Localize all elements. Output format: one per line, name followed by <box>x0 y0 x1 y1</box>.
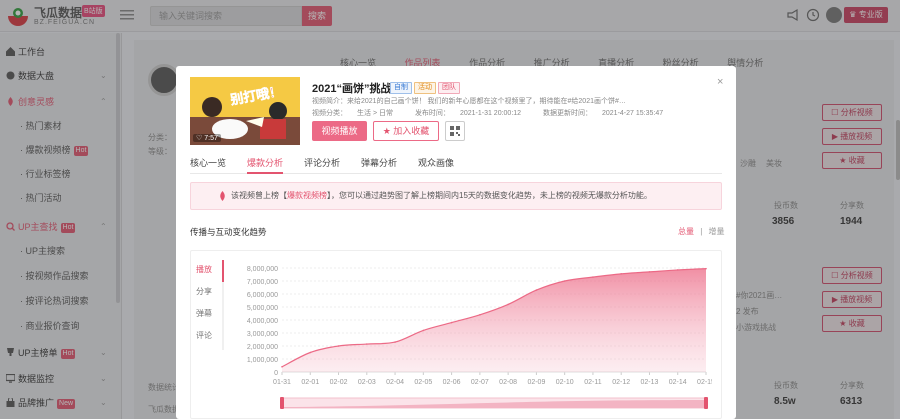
tab-danmaku-analysis[interactable]: 弹幕分析 <box>361 156 397 174</box>
add-favorite-label: 加入收藏 <box>393 126 430 136</box>
video-duration-value: 7:57 <box>204 135 218 142</box>
tag-event: 活动 <box>414 82 436 94</box>
y-tick-label: 3,000,000 <box>247 331 278 338</box>
data-point <box>648 271 651 273</box>
close-icon[interactable]: × <box>717 76 723 88</box>
x-tick-label: 02-08 <box>499 379 517 386</box>
video-description: 视频简介：来给2021的自己画个饼！ 我们的新年心愿都在这个视频里了，期待能在#… <box>312 98 626 105</box>
publish-label: 发布时间： <box>414 110 450 117</box>
metric-share[interactable]: 分享 <box>196 285 226 307</box>
x-tick-label: 02-12 <box>612 379 630 386</box>
tab-audience-profile[interactable]: 观众画像 <box>418 156 454 174</box>
data-point <box>507 303 509 306</box>
metric-selector: 播放 分享 弹幕 评论 <box>196 263 226 351</box>
x-tick-label: 01-31 <box>273 379 291 386</box>
video-play-button[interactable]: 视频播放 <box>312 121 367 141</box>
notice-text-pre: 该视频曾上榜【 <box>231 191 287 200</box>
range-slider-handle-right <box>704 397 708 409</box>
x-tick-label: 02-01 <box>301 379 319 386</box>
tab-comment-analysis[interactable]: 评论分析 <box>304 156 340 174</box>
category-label: 视频分类： <box>312 110 347 117</box>
video-detail-modal: 别打哦！ ♡ 7:57 2021“画饼”挑战 自制 活动 团队 视频简介：来给202… <box>176 66 736 419</box>
data-point <box>705 267 707 270</box>
data-point <box>281 366 283 368</box>
data-point <box>422 329 425 332</box>
x-tick-label: 02-15 <box>697 379 712 386</box>
data-point <box>450 321 453 324</box>
x-tick-label: 02-13 <box>641 379 659 386</box>
trend-chart: 0 1,000,000 2,000,000 3,000,000 4,000,000 5,0… <box>247 266 712 409</box>
y-tick-label: 0 <box>274 370 278 377</box>
y-tick-label: 1,000,000 <box>247 357 278 364</box>
video-tags: 自制 活动 团队 <box>390 81 462 94</box>
tab-core-overview[interactable]: 核心一览 <box>190 156 226 174</box>
notice-text-post: 】，您可以通过趋势图了解上榜期间内15天的数据变化趋势，未上榜的视频无爆款分析功… <box>327 191 652 200</box>
toggle-total[interactable]: 总量 <box>678 227 694 236</box>
data-point <box>394 341 396 343</box>
data-point <box>592 276 594 278</box>
data-point <box>479 314 481 316</box>
video-thumbnail[interactable]: 别打哦！ ♡ 7:57 <box>190 77 300 145</box>
metric-danmaku[interactable]: 弹幕 <box>196 307 226 329</box>
hot-rank-notice: 该视频曾上榜【爆款视频榜】，您可以通过趋势图了解上榜期间内15天的数据变化趋势，… <box>190 182 722 210</box>
chart-title: 传播与互动变化趋势 <box>190 227 267 237</box>
update-label: 数据更新时间： <box>543 110 592 117</box>
x-tick-label: 02-04 <box>386 379 404 386</box>
range-slider-handle-left <box>280 397 284 409</box>
metric-play[interactable]: 播放 <box>196 263 226 285</box>
x-tick-label: 02-10 <box>556 379 574 386</box>
y-tick-label: 8,000,000 <box>247 266 278 273</box>
qrcode-icon <box>450 126 460 136</box>
modal-tabs: 核心一览 爆款分析 评论分析 弹幕分析 观众画像 <box>190 156 722 174</box>
tag-team: 团队 <box>438 82 460 94</box>
y-tick-label: 5,000,000 <box>247 305 278 312</box>
video-duration: ♡ 7:57 <box>193 134 221 142</box>
video-meta: 视频分类： 生活 > 日常 发布时间： 2021-1-31 20:00:12 数据更… <box>312 108 683 118</box>
x-tick-label: 02-05 <box>414 379 432 386</box>
x-tick-label: 02-06 <box>443 379 461 386</box>
y-tick-label: 7,000,000 <box>247 279 278 286</box>
data-point <box>620 273 622 275</box>
data-point <box>535 289 538 291</box>
add-favorite-button[interactable]: ★ 加入收藏 <box>373 121 439 141</box>
data-point <box>309 351 312 354</box>
data-point <box>676 269 679 271</box>
flame-icon <box>220 191 225 201</box>
y-tick-label: 2,000,000 <box>247 344 278 351</box>
x-tick-label: 02-07 <box>471 379 489 386</box>
y-tick-label: 6,000,000 <box>247 292 278 299</box>
data-point <box>366 343 368 345</box>
x-tick-label: 02-14 <box>669 379 687 386</box>
series-area <box>282 268 706 372</box>
metric-comment[interactable]: 评论 <box>196 329 226 351</box>
video-title: 2021“画饼”挑战 <box>312 83 392 95</box>
x-tick-label: 02-02 <box>330 379 348 386</box>
x-tick-label: 02-03 <box>358 379 376 386</box>
toggle-increment[interactable]: 增量 <box>709 227 725 236</box>
data-point <box>337 345 340 347</box>
publish-value: 2021-1-31 20:00:12 <box>459 110 522 117</box>
chart-mode-toggle: 总量 | 增量 <box>678 226 725 237</box>
tag-self-made: 自制 <box>390 82 412 94</box>
notice-hot-rank-link[interactable]: 爆款视频榜 <box>287 191 327 200</box>
data-point <box>563 280 566 282</box>
qrcode-button[interactable] <box>445 121 465 141</box>
tab-hot-analysis[interactable]: 爆款分析 <box>247 156 284 174</box>
toggle-separator: | <box>700 227 703 236</box>
update-value: 2021-4-27 15:35:47 <box>602 110 664 117</box>
x-tick-label: 02-09 <box>527 379 545 386</box>
category-value: 生活 > 日常 <box>357 110 393 117</box>
x-tick-label: 02-11 <box>584 379 601 386</box>
y-tick-label: 4,000,000 <box>247 318 278 325</box>
